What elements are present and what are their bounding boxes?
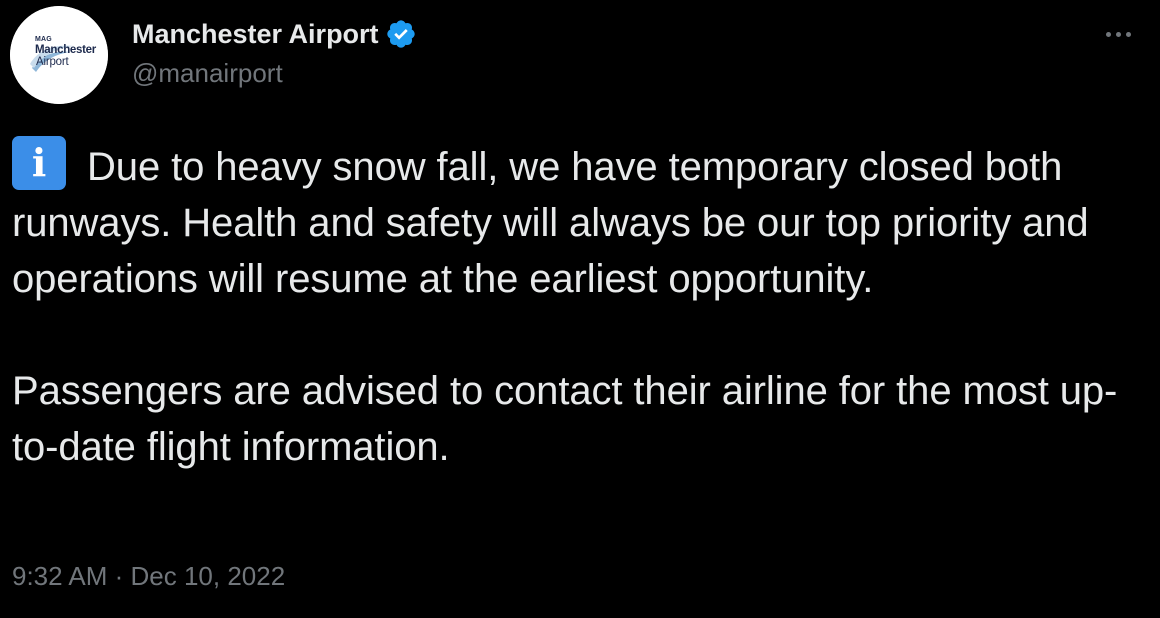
information-emoji-icon: i	[12, 136, 66, 190]
avatar-logo-text: MAG Manchester Airport	[10, 6, 108, 104]
logo-airport-text: Airport	[36, 56, 69, 68]
paragraph-1-text: Due to heavy snow fall, we have temporar…	[12, 145, 1089, 301]
tweet: MAG Manchester Airport Manchester Airpor…	[0, 0, 1160, 618]
verified-badge-icon	[385, 18, 417, 50]
tweet-date[interactable]: Dec 10, 2022	[131, 561, 286, 591]
avatar[interactable]: MAG Manchester Airport	[10, 6, 108, 104]
logo-mag-text: MAG	[35, 36, 52, 43]
more-options-icon[interactable]	[1098, 22, 1138, 46]
logo-manchester-text: Manchester	[35, 44, 96, 56]
display-name[interactable]: Manchester Airport	[132, 19, 379, 50]
paragraph-2-text: Passengers are advised to contact their …	[12, 369, 1118, 469]
timestamp-separator: ·	[107, 561, 131, 591]
tweet-time[interactable]: 9:32 AM	[12, 561, 107, 591]
timestamp: 9:32 AM · Dec 10, 2022	[12, 561, 285, 592]
tweet-text: i Due to heavy snow fall, we have tempor…	[12, 136, 1142, 475]
author-name-row: Manchester Airport	[132, 16, 417, 52]
tweet-paragraph-1: i Due to heavy snow fall, we have tempor…	[12, 136, 1142, 307]
info-glyph: i	[31, 140, 47, 185]
tweet-paragraph-2: Passengers are advised to contact their …	[12, 363, 1142, 475]
handle[interactable]: @manairport	[132, 58, 283, 89]
